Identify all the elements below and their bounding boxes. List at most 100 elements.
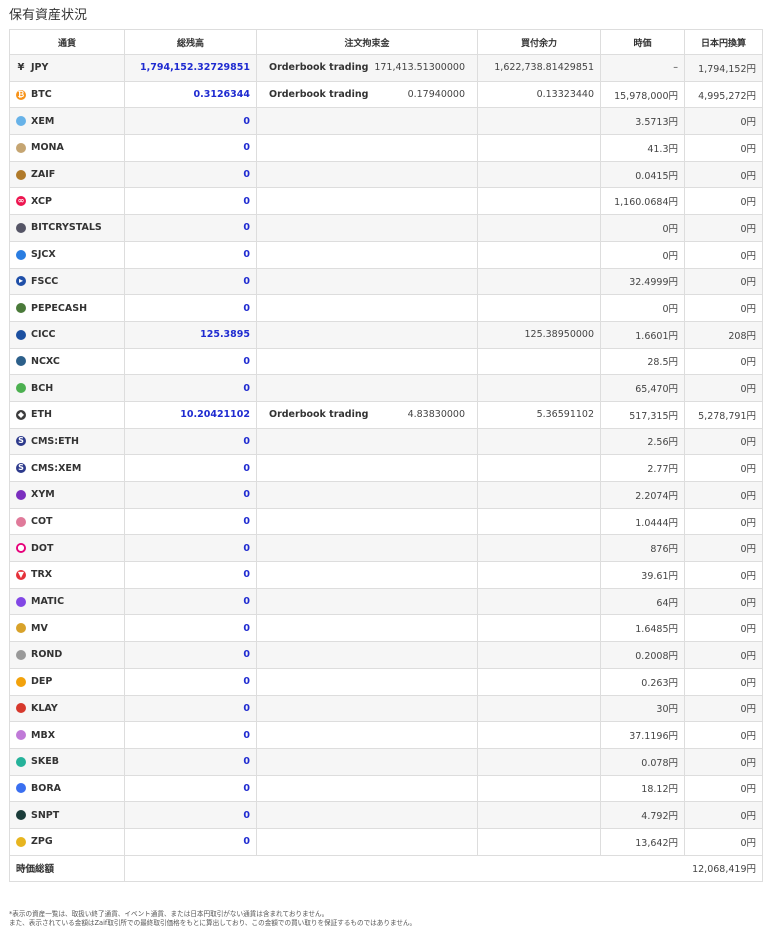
buying-power-cell — [477, 747, 601, 776]
buying-power-cell — [477, 294, 601, 322]
currency-cell: XEM — [9, 107, 125, 136]
price-cell: 28.5円 — [600, 347, 685, 376]
jpy-value-cell: 0円 — [684, 454, 763, 482]
order-locked-cell: Orderbook trading 4.83830000 — [256, 400, 478, 429]
dep-icon — [16, 676, 26, 687]
table-row: BCH 0 65,470円 0円 — [9, 374, 763, 402]
currency-code: BORA — [31, 782, 61, 794]
currency-code: BITCRYSTALS — [31, 222, 102, 234]
table-row: MONA 0 41.3円 0円 — [9, 134, 763, 162]
table-row: S CMS:XEM 0 2.77円 0円 — [9, 454, 763, 482]
buying-power-cell — [477, 641, 601, 669]
header-order-locked: 注文拘束金 — [256, 29, 478, 55]
xym-icon — [16, 489, 26, 500]
order-locked-cell: Orderbook trading 171,413.51300000 — [256, 54, 478, 82]
currency-code: ETH — [31, 409, 52, 421]
table-row: XYM 0 2.2074円 0円 — [9, 481, 763, 509]
footnote-1: *表示の資産一覧は、取扱い終了通貨、イベント通貨、または日本円取引がない通貨は含… — [9, 910, 329, 918]
currency-cell: ¥ JPY — [9, 54, 125, 82]
table-row: SJCX 0 0円 0円 — [9, 240, 763, 269]
currency-code: MATIC — [31, 596, 65, 608]
jpy-value-cell: 0円 — [684, 187, 763, 216]
balance-cell: 0 — [124, 240, 257, 269]
order-locked-cell — [256, 694, 478, 723]
header-balance: 総残高 — [124, 29, 257, 55]
balance-cell: 0 — [124, 347, 257, 376]
order-amount: 171,413.51300000 — [374, 62, 465, 74]
order-locked-cell — [256, 294, 478, 322]
currency-code: JPY — [31, 62, 49, 74]
price-cell: 2.77円 — [600, 454, 685, 482]
jpy-value-cell: 0円 — [684, 827, 763, 856]
balance-cell: 0 — [124, 561, 257, 589]
price-cell: – — [600, 54, 685, 82]
cot-icon — [16, 516, 26, 527]
buying-power-cell — [477, 214, 601, 242]
order-locked-cell — [256, 320, 478, 349]
currency-cell: ₿ BTC — [9, 80, 125, 109]
balance-cell: 0 — [124, 641, 257, 669]
footnote-2: また、表示されている金額はZaif取引所での最終取引価格をもとに算出しており、こ… — [9, 919, 417, 927]
currency-code: BCH — [31, 382, 54, 394]
bitcrystals-icon — [16, 222, 26, 233]
currency-code: BTC — [31, 89, 52, 101]
price-cell: 39.61円 — [600, 561, 685, 589]
table-row: ₿ BTC 0.3126344 Orderbook trading 0.17940000… — [9, 80, 763, 109]
jpy-value-cell: 0円 — [684, 507, 763, 536]
order-locked-cell: Orderbook trading 0.17940000 — [256, 80, 478, 109]
price-cell: 0.263円 — [600, 667, 685, 696]
cicc-icon — [16, 329, 26, 340]
price-cell: 1.6485円 — [600, 614, 685, 643]
balance-cell: 0 — [124, 534, 257, 563]
cms-icon: S — [16, 463, 26, 474]
currency-code: MONA — [31, 142, 64, 154]
buying-power-cell — [477, 427, 601, 456]
balance-cell: 10.20421102 — [124, 400, 257, 429]
jpy-value-cell: 0円 — [684, 561, 763, 589]
balance-cell: 0 — [124, 801, 257, 829]
jpy-value-cell: 0円 — [684, 667, 763, 696]
order-locked-cell — [256, 107, 478, 136]
buying-power-cell: 1,622,738.81429851 — [477, 54, 601, 82]
buying-power-cell — [477, 774, 601, 803]
jpy-value-cell: 208円 — [684, 320, 763, 349]
balance-cell: 0 — [124, 747, 257, 776]
currency-code: ZAIF — [31, 169, 56, 181]
jpy-value-cell: 5,278,791円 — [684, 400, 763, 429]
currency-cell: MONA — [9, 134, 125, 162]
jpy-value-cell: 0円 — [684, 427, 763, 456]
jpy-value-cell: 0円 — [684, 614, 763, 643]
order-locked-cell — [256, 240, 478, 269]
currency-code: NCXC — [31, 355, 60, 367]
price-cell: 1.0444円 — [600, 507, 685, 536]
jpy-value-cell: 0円 — [684, 694, 763, 723]
jpy-value-cell: 0円 — [684, 641, 763, 669]
currency-code: SNPT — [31, 809, 60, 821]
currency-code: SKEB — [31, 756, 59, 768]
balance-cell: 0 — [124, 827, 257, 856]
currency-code: COT — [31, 516, 53, 528]
price-cell: 32.4999円 — [600, 267, 685, 296]
buying-power-cell — [477, 347, 601, 376]
total-label: 時価総額 — [9, 854, 125, 883]
jpy-value-cell: 0円 — [684, 721, 763, 749]
table-row: ◆ ETH 10.20421102 Orderbook trading 4.838300… — [9, 400, 763, 429]
jpy-value-cell: 0円 — [684, 747, 763, 776]
currency-code: XCP — [31, 195, 52, 207]
order-locked-cell — [256, 534, 478, 563]
order-locked-cell — [256, 747, 478, 776]
order-locked-cell — [256, 347, 478, 376]
price-cell: 4.792円 — [600, 801, 685, 829]
order-locked-cell — [256, 614, 478, 643]
page-title: 保有資産状況 — [9, 8, 88, 23]
buying-power-cell: 5.36591102 — [477, 400, 601, 429]
ethereum-icon: ◆ — [16, 409, 26, 420]
balance-cell: 0 — [124, 507, 257, 536]
balance-cell: 0.3126344 — [124, 80, 257, 109]
table-row: BORA 0 18.12円 0円 — [9, 774, 763, 803]
table-row: CICC 125.3895 125.38950000 1.6601円 208円 — [9, 320, 763, 349]
currency-code: PEPECASH — [31, 302, 88, 314]
currency-code: DEP — [31, 676, 53, 688]
mbx-icon — [16, 730, 26, 741]
table-row: ¥ JPY 1,794,152.32729851 Orderbook trading 1… — [9, 54, 763, 82]
